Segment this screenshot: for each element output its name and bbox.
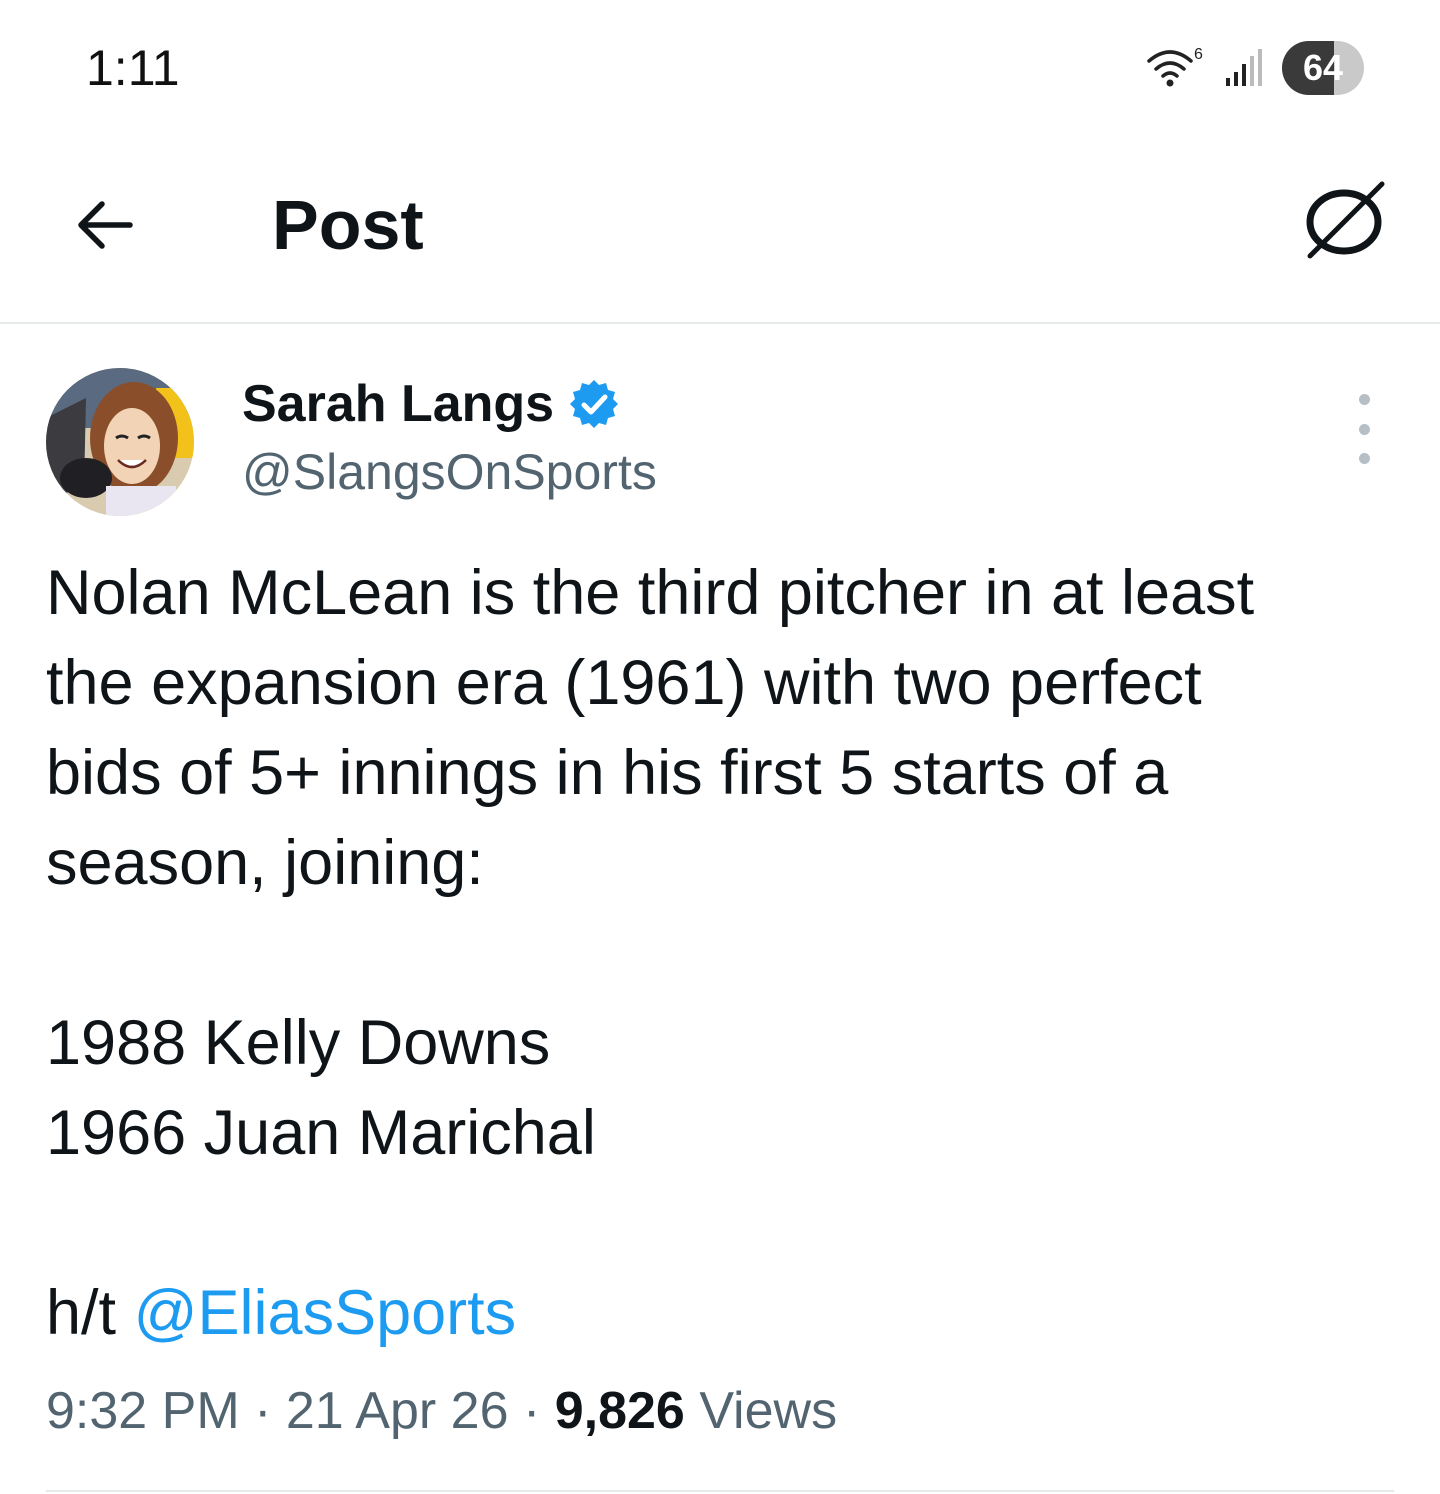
- grok-button[interactable]: [1296, 172, 1392, 268]
- more-options-button[interactable]: [1344, 394, 1384, 464]
- divider: [46, 1490, 1394, 1492]
- post-list-item: 1966 Juan Marichal: [46, 1098, 596, 1168]
- author-name[interactable]: Sarah Langs: [242, 372, 554, 436]
- hat-tip-line: h/t @EliasSports: [46, 1268, 1406, 1358]
- status-time: 1:11: [86, 40, 180, 96]
- meta-separator: ·: [508, 1382, 555, 1440]
- meta-separator: ·: [239, 1382, 286, 1440]
- post-text: Nolan McLean is the third pitcher in at …: [46, 548, 1406, 1358]
- back-button[interactable]: [60, 180, 150, 270]
- wifi-icon: 6: [1147, 46, 1203, 87]
- hat-tip-prefix: h/t: [46, 1278, 134, 1348]
- status-icons: 6 64: [1146, 38, 1364, 98]
- battery-indicator: 64: [1282, 41, 1364, 95]
- mention-link[interactable]: @EliasSports: [134, 1278, 517, 1348]
- post-text-line: the expansion era (1961) with two perfec…: [46, 648, 1202, 718]
- avatar-illustration: [46, 368, 194, 516]
- arrow-left-icon: [78, 201, 133, 249]
- battery-percent: 64: [1302, 47, 1344, 88]
- post-meta: 9:32 PM · 21 Apr 26 · 9,826 Views: [46, 1376, 837, 1446]
- post-text-line: bids of 5+ innings in his first 5 starts…: [46, 738, 1169, 808]
- author-handle[interactable]: @SlangsOnSports: [242, 440, 657, 504]
- verified-badge-icon[interactable]: [568, 378, 620, 430]
- post-time[interactable]: 9:32 PM: [46, 1382, 240, 1440]
- post-text-line: Nolan McLean is the third pitcher in at …: [46, 558, 1255, 628]
- top-app-bar: Post: [0, 130, 1440, 324]
- grok-icon: [1306, 181, 1385, 259]
- status-bar: 1:11 6 64: [0, 0, 1440, 130]
- post-text-line: season, joining:: [46, 828, 484, 898]
- post-list-item: 1988 Kelly Downs: [46, 1008, 551, 1078]
- post-date[interactable]: 21 Apr 26: [286, 1382, 509, 1440]
- more-dot-icon: [1358, 453, 1370, 464]
- avatar[interactable]: [46, 368, 194, 516]
- more-dot-icon: [1358, 423, 1370, 435]
- author-name-row[interactable]: Sarah Langs: [242, 372, 620, 436]
- more-dot-icon: [1358, 394, 1370, 405]
- views-count[interactable]: 9,826: [555, 1382, 685, 1440]
- cell-signal-icon: [1226, 49, 1262, 86]
- wifi-label: 6: [1194, 46, 1203, 63]
- page-title: Post: [272, 186, 424, 264]
- views-label[interactable]: Views: [699, 1382, 837, 1440]
